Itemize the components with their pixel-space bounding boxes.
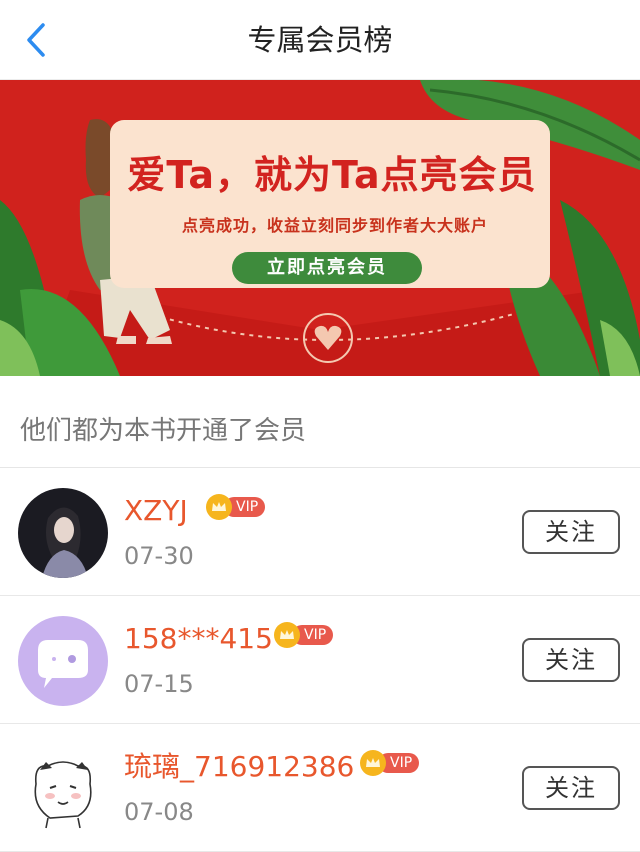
avatar[interactable]	[18, 488, 108, 578]
promo-banner[interactable]: 爱Ta，就为Ta点亮会员 点亮成功，收益立刻同步到作者大大账户 立即点亮会员	[0, 80, 640, 376]
vip-badge: VIP	[274, 622, 334, 648]
crown-icon	[206, 494, 232, 520]
cat-avatar	[18, 744, 108, 834]
member-name[interactable]: 琉璃_716912386	[124, 748, 354, 786]
avatar[interactable]	[18, 744, 108, 834]
member-date: 07-15	[124, 670, 194, 698]
member-date: 07-08	[124, 798, 194, 826]
activate-membership-button[interactable]: 立即点亮会员	[232, 252, 422, 284]
member-row: 158***415 VIP 07-15 关注	[0, 596, 640, 724]
member-name[interactable]: XZYJ	[124, 492, 188, 530]
section-heading: 他们都为本书开通了会员	[20, 416, 307, 446]
banner-subtitle: 点亮成功，收益立刻同步到作者大大账户	[181, 216, 488, 235]
member-row: 琉璃_716912386 VIP 07-08 关注	[0, 724, 640, 852]
page-title: 专属会员榜	[247, 23, 393, 57]
member-date: 07-30	[124, 542, 194, 570]
avatar[interactable]	[18, 616, 108, 706]
follow-button[interactable]: 关注	[522, 638, 620, 682]
vip-badge: VIP	[206, 494, 266, 520]
member-name[interactable]: 158***415	[124, 620, 273, 658]
banner-title: 爱Ta，就为Ta点亮会员	[127, 153, 537, 197]
member-row: XZYJ VIP 07-30 关注	[0, 468, 640, 596]
crown-icon	[274, 622, 300, 648]
default-avatar	[18, 616, 108, 706]
avatar-photo	[18, 488, 108, 578]
crown-icon	[360, 750, 386, 776]
follow-button[interactable]: 关注	[522, 766, 620, 810]
top-nav-bar: 专属会员榜	[0, 0, 640, 80]
vip-badge: VIP	[360, 750, 420, 776]
follow-button[interactable]: 关注	[522, 510, 620, 554]
